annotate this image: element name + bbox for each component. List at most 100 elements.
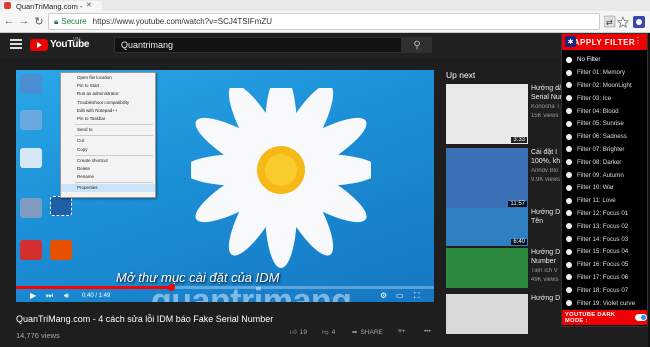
filter-option[interactable]: Filter 11: Love [566, 195, 616, 207]
filter-option[interactable]: Filter 01: Memory [566, 67, 625, 79]
context-menu-item[interactable]: Create shortcut [61, 157, 155, 165]
context-menu-item[interactable]: Pin to Taskbar [61, 115, 155, 123]
upnext-title2[interactable]: Tên [531, 217, 561, 226]
filter-option[interactable]: Filter 09: Autumn [566, 169, 624, 181]
play-icon[interactable]: ▶ [30, 289, 36, 302]
context-menu-item[interactable]: Rename [61, 173, 155, 181]
tab-close-icon[interactable]: ✕ [86, 1, 92, 9]
volume-icon[interactable]: 🔊︎ [64, 289, 69, 302]
back-icon[interactable]: ← [2, 14, 16, 28]
filter-option-label: Filter 07: Brighter [577, 145, 625, 153]
miniplayer-icon[interactable]: ▭ [396, 289, 404, 302]
filter-option[interactable]: Filter 15: Focus 04 [566, 246, 628, 258]
radio-icon[interactable] [566, 172, 572, 179]
filter-option[interactable]: Filter 17: Focus 06 [566, 272, 628, 284]
radio-icon[interactable] [566, 82, 572, 89]
radio-icon[interactable] [566, 120, 572, 127]
radio-icon[interactable] [566, 133, 572, 140]
more-options-icon[interactable]: ••• [424, 328, 431, 335]
settings-gear-icon[interactable]: ⚙ [380, 289, 387, 302]
filter-option[interactable]: Filter 02: MoonLight [566, 80, 632, 92]
dark-mode-toggle[interactable] [634, 314, 647, 321]
upnext-title2[interactable]: 100%, kh [531, 157, 561, 166]
filter-option[interactable]: Filter 16: Focus 05 [566, 259, 628, 271]
context-menu: Open file location Pin to Start Run as adm… [60, 72, 156, 198]
filter-option[interactable]: Filter 05: Sunrise [566, 118, 624, 130]
thumbs-up-icon: 👍︎ [290, 329, 297, 336]
panel-menu-icon[interactable]: ⋮ [634, 36, 642, 45]
reload-icon[interactable]: ↻ [32, 14, 46, 28]
radio-icon[interactable] [566, 159, 572, 166]
filter-option[interactable]: Filter 19: Violet curve [566, 297, 635, 309]
upnext-title1[interactable]: Hướng dẫ [531, 84, 561, 93]
radio-icon[interactable] [566, 108, 572, 115]
secure-label: Secure [61, 17, 87, 26]
radio-icon[interactable] [566, 210, 572, 217]
context-menu-item[interactable]: Cut [61, 137, 155, 145]
filter-option[interactable]: Filter 18: Focus 07 [566, 284, 628, 296]
upnext-thumbnail[interactable] [446, 294, 528, 334]
radio-icon[interactable] [566, 197, 572, 204]
radio-icon[interactable] [566, 146, 572, 153]
upnext-title2[interactable]: Number [531, 257, 561, 266]
address-bar[interactable]: 🔒︎ Secure https://www.youtube.com/watch?… [48, 13, 600, 30]
forward-icon[interactable]: → [17, 14, 31, 28]
filter-option-label: Filter 05: Sunrise [577, 120, 624, 128]
upnext-thumbnail[interactable]: 6:40 [446, 208, 528, 246]
context-menu-item[interactable]: Troubleshoot compatibility [61, 99, 155, 107]
radio-icon[interactable] [566, 223, 572, 230]
filter-option[interactable]: Filter 14: Focus 03 [566, 233, 628, 245]
context-menu-item[interactable]: Copy [61, 146, 155, 154]
svg-text:⇄: ⇄ [606, 18, 613, 27]
search-button[interactable]: ⚲ [402, 37, 432, 53]
filter-option[interactable]: Filter 06: Sadness [566, 131, 627, 143]
browser-tab-bar: QuanTriMang.com - ✕ [0, 0, 650, 11]
upnext-title1[interactable]: Cài đặt I [531, 148, 561, 157]
upnext-title1[interactable]: Hướng D [531, 248, 561, 257]
youtube-logo-icon[interactable] [30, 39, 48, 51]
upnext-thumbnail[interactable]: 3:33 [446, 84, 528, 144]
context-menu-item[interactable]: Properties [61, 184, 155, 193]
filter-option-label: Filter 02: MoonLight [577, 81, 632, 89]
upnext-title2[interactable]: Serial Num [531, 93, 561, 102]
fullscreen-icon[interactable]: ⛶ [414, 289, 420, 302]
context-menu-item[interactable]: Open file location [61, 74, 155, 82]
filter-option[interactable]: Filter 04: Blood [566, 105, 619, 117]
radio-icon[interactable] [566, 300, 572, 307]
dislike-button[interactable]: 👎︎ 4 [322, 328, 335, 337]
upnext-title1[interactable]: Hướng D [531, 294, 561, 303]
radio-icon[interactable] [566, 184, 572, 191]
upnext-thumbnail[interactable] [446, 248, 528, 288]
context-menu-item[interactable]: Send to [61, 126, 155, 134]
filter-option[interactable]: Filter 10: War [566, 182, 614, 194]
radio-icon[interactable] [566, 95, 572, 102]
filter-option[interactable]: Filter 08: Darker [566, 156, 621, 168]
context-menu-item[interactable]: Delete [61, 165, 155, 173]
filter-option[interactable]: Filter 12: Focus 01 [566, 208, 628, 220]
youtube-wordmark[interactable]: YouTube [50, 39, 90, 50]
radio-icon[interactable] [566, 261, 572, 268]
add-to-playlist-icon[interactable]: ≡+ [398, 328, 406, 335]
share-button[interactable]: ➦ SHARE [352, 328, 383, 337]
context-menu-item[interactable]: Run as administrator [61, 90, 155, 98]
hamburger-menu-icon[interactable] [10, 39, 22, 49]
video-player[interactable]: Open file location Pin to Start Run as adm… [16, 70, 434, 302]
filter-option-label: Filter 16: Focus 05 [577, 261, 629, 269]
filter-option[interactable]: No Filter [566, 54, 600, 66]
radio-icon[interactable] [566, 69, 572, 76]
upnext-thumbnail[interactable]: 11:57 [446, 148, 528, 208]
filter-option[interactable]: Filter 13: Focus 02 [566, 220, 628, 232]
radio-icon[interactable] [566, 274, 572, 281]
next-icon[interactable]: ⏭ [46, 289, 53, 302]
filter-option[interactable]: Filter 07: Brighter [566, 144, 624, 156]
radio-icon[interactable] [566, 56, 572, 63]
filter-option[interactable]: Filter 03: Ice [566, 92, 611, 104]
upnext-title1[interactable]: Hướng D [531, 208, 561, 217]
context-menu-item[interactable]: Edit with Notepad++ [61, 107, 155, 115]
search-input[interactable]: Quantrimang [114, 37, 402, 53]
like-button[interactable]: 👍︎ 19 [290, 328, 307, 337]
radio-icon[interactable] [566, 287, 572, 294]
radio-icon[interactable] [566, 236, 572, 243]
radio-icon[interactable] [566, 248, 572, 255]
context-menu-item[interactable]: Pin to Start [61, 82, 155, 90]
